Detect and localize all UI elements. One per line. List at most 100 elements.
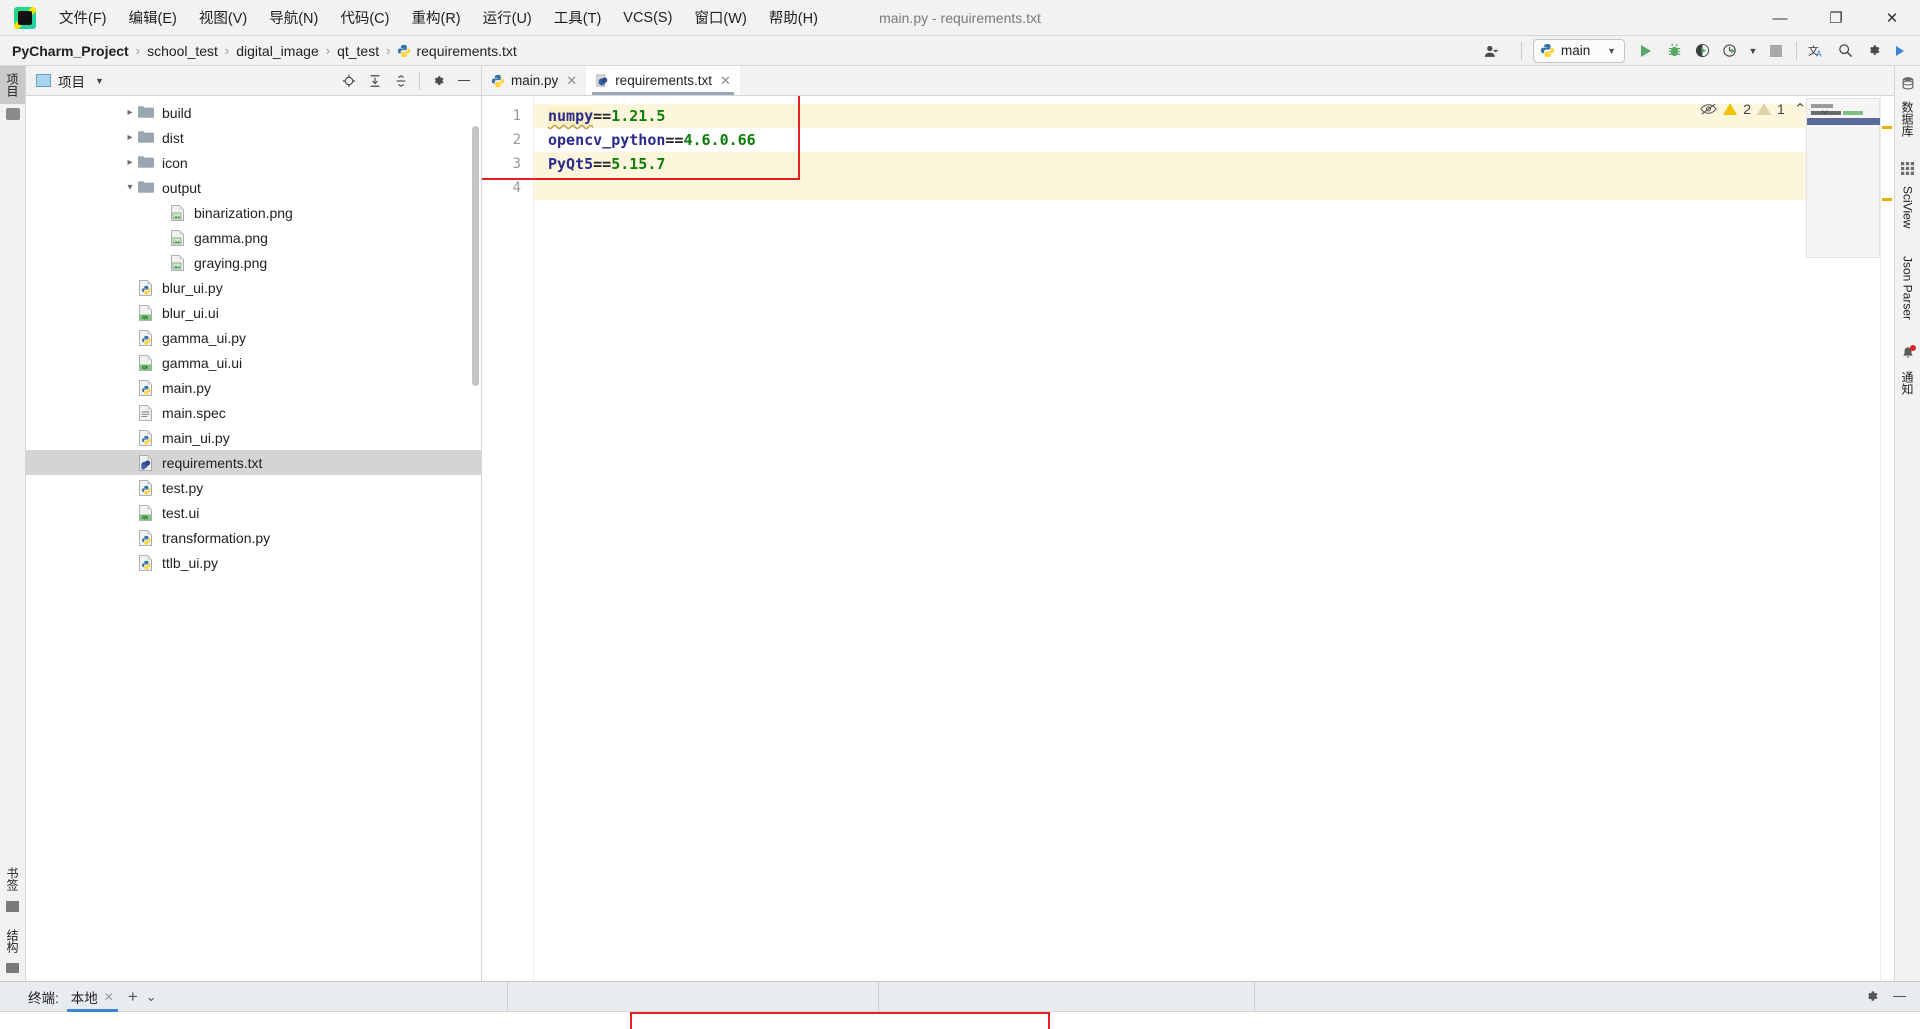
tree-node-test-ui[interactable]: Qt test.ui [26, 500, 481, 525]
maximize-button[interactable]: ❐ [1808, 0, 1864, 36]
locate-file-icon[interactable] [336, 69, 362, 93]
menu-refactor[interactable]: 重构(R) [400, 1, 471, 34]
editor-tab-main-py[interactable]: main.py ✕ [482, 66, 586, 95]
tree-node-blur-ui-py[interactable]: blur_ui.py [26, 275, 481, 300]
coverage-icon[interactable] [1689, 39, 1715, 63]
user-icon[interactable] [1474, 39, 1514, 63]
terminal-dropdown-icon[interactable]: ⌄ [146, 989, 167, 1005]
code-line[interactable] [534, 176, 1894, 200]
chevron-down-icon[interactable]: ▾ [122, 182, 138, 193]
search-icon[interactable] [1832, 39, 1858, 63]
breadcrumb-item-requirements[interactable]: requirements.txt [416, 43, 516, 59]
menu-help[interactable]: 帮助(H) [758, 1, 829, 34]
rail-item-notifications[interactable]: 通知 [1895, 364, 1920, 402]
tree-node-dist[interactable]: ▸ dist [26, 125, 481, 150]
translate-icon[interactable]: 文A [1804, 39, 1830, 63]
tree-node-gamma-png[interactable]: gamma.png [26, 225, 481, 250]
menu-code[interactable]: 代码(C) [329, 1, 400, 34]
bookmark-icon [6, 901, 19, 912]
rail-item-structure[interactable]: 结构 [0, 922, 25, 960]
minimize-button[interactable]: — [1752, 0, 1808, 36]
run-configuration-selector[interactable]: main ▼ [1533, 38, 1625, 63]
terminal-output[interactable]: PS D:\PyCharm_Project\school_test\digita… [0, 1012, 1920, 1029]
tree-node-main-ui-py[interactable]: main_ui.py [26, 425, 481, 450]
close-icon[interactable]: ✕ [720, 73, 731, 89]
close-button[interactable]: ✕ [1864, 0, 1920, 36]
debug-icon[interactable] [1661, 39, 1687, 63]
code-line[interactable]: PyQt5==5.15.7 [534, 152, 1894, 176]
rail-item-json-parser[interactable]: Json Parser [1897, 249, 1919, 327]
tree-node-gamma-ui-ui[interactable]: Qt gamma_ui.ui [26, 350, 481, 375]
menu-navigate[interactable]: 导航(N) [258, 1, 329, 34]
stop-icon[interactable] [1763, 39, 1789, 63]
close-icon[interactable]: ✕ [566, 73, 577, 89]
code-content[interactable]: numpy==1.21.5 opencv_python==4.6.0.66 PyQt… [534, 96, 1894, 981]
rail-item-sciview[interactable]: SciView [1897, 179, 1919, 235]
tree-node-gamma-ui-py[interactable]: gamma_ui.py [26, 325, 481, 350]
code-editor[interactable]: 1234 numpy==1.21.5 opencv_python==4.6.0.6… [482, 96, 1894, 981]
prev-problem-icon[interactable]: ⌃ [1791, 100, 1810, 118]
editor-minimap[interactable] [1806, 98, 1881, 258]
menu-vcs[interactable]: VCS(S) [612, 4, 683, 32]
rail-item-bookmarks[interactable]: 书签 [0, 860, 25, 898]
breadcrumb-item-project[interactable]: PyCharm_Project [12, 43, 129, 59]
chevron-right-icon[interactable]: ▸ [122, 107, 138, 118]
menu-edit[interactable]: 编辑(E) [118, 1, 188, 34]
next-problem-icon[interactable]: ⌄ [1815, 100, 1834, 118]
hide-panel-icon[interactable] [451, 69, 477, 93]
menu-window[interactable]: 窗口(W) [683, 1, 757, 34]
ai-assistant-icon[interactable] [1888, 39, 1914, 63]
expand-all-icon[interactable] [362, 69, 388, 93]
breadcrumb-item-digital-image[interactable]: digital_image [236, 43, 319, 59]
tree-node-test-py[interactable]: test.py [26, 475, 481, 500]
tree-node-graying-png[interactable]: graying.png [26, 250, 481, 275]
rail-item-database[interactable]: 数据库 [1895, 94, 1920, 144]
breadcrumb-item-school-test[interactable]: school_test [147, 43, 218, 59]
menu-file[interactable]: 文件(F) [48, 1, 118, 34]
close-icon[interactable]: ✕ [104, 990, 114, 1004]
chevron-right-icon[interactable]: ▸ [122, 157, 138, 168]
eye-off-icon[interactable] [1700, 102, 1718, 116]
tree-node-output[interactable]: ▾ output [26, 175, 481, 200]
tree-node-transformation-py[interactable]: transformation.py [26, 525, 481, 550]
code-line[interactable]: opencv_python==4.6.0.66 [534, 128, 1894, 152]
run-icon[interactable] [1633, 39, 1659, 63]
tree-node-ttlb-ui-py[interactable]: ttlb_ui.py [26, 550, 481, 575]
chevron-right-icon[interactable]: ▸ [122, 132, 138, 143]
svg-text:Qt: Qt [142, 315, 149, 321]
structure-label: 结构 [5, 929, 19, 953]
breadcrumb: PyCharm_Project › school_test › digital_… [12, 43, 517, 59]
menu-tools[interactable]: 工具(T) [543, 1, 613, 34]
tree-node-requirements-txt[interactable]: requirements.txt [26, 450, 481, 475]
minimize-icon[interactable] [1893, 995, 1906, 998]
tree-node-build[interactable]: ▸ build [26, 100, 481, 125]
collapse-all-icon[interactable] [388, 69, 414, 93]
version-number: 5.15.7 [611, 155, 666, 173]
menu-view[interactable]: 视图(V) [188, 1, 258, 34]
rail-item-project[interactable]: 项目 [0, 66, 25, 104]
profile-icon[interactable] [1717, 39, 1743, 63]
project-file-tree[interactable]: ▸ build ▸ dist ▸ icon ▾ output binarization.png g… [26, 96, 481, 981]
tree-node-main-spec[interactable]: main.spec [26, 400, 481, 425]
gear-icon[interactable] [425, 69, 451, 93]
tree-node-main-py[interactable]: main.py [26, 375, 481, 400]
breadcrumb-item-qt-test[interactable]: qt_test [337, 43, 379, 59]
new-terminal-button[interactable]: + [120, 987, 146, 1007]
tree-node-blur-ui-ui[interactable]: Qt blur_ui.ui [26, 300, 481, 325]
terminal-tab-local[interactable]: 本地 ✕ [65, 982, 120, 1012]
chevron-down-icon[interactable]: ▼ [1745, 39, 1761, 63]
chevron-down-icon[interactable]: ▼ [95, 76, 104, 86]
inspection-widget: 2 1 ⌃ ⌄ [1700, 100, 1834, 118]
error-marker-strip[interactable] [1880, 96, 1894, 981]
gear-icon[interactable] [1864, 989, 1879, 1004]
line-number-gutter: 1 2 3 4 [482, 96, 534, 981]
menu-run[interactable]: 运行(U) [472, 1, 543, 34]
code-line[interactable]: numpy==1.21.5 [534, 104, 1894, 128]
tree-node-binarization-png[interactable]: binarization.png [26, 200, 481, 225]
settings-gear-icon[interactable] [1860, 39, 1886, 63]
tree-scrollbar[interactable] [472, 126, 479, 386]
editor-tab-requirements-txt[interactable]: requirements.txt ✕ [586, 66, 740, 95]
tree-node-label: icon [162, 154, 188, 171]
tree-node-label: output [162, 179, 201, 196]
tree-node-icon[interactable]: ▸ icon [26, 150, 481, 175]
